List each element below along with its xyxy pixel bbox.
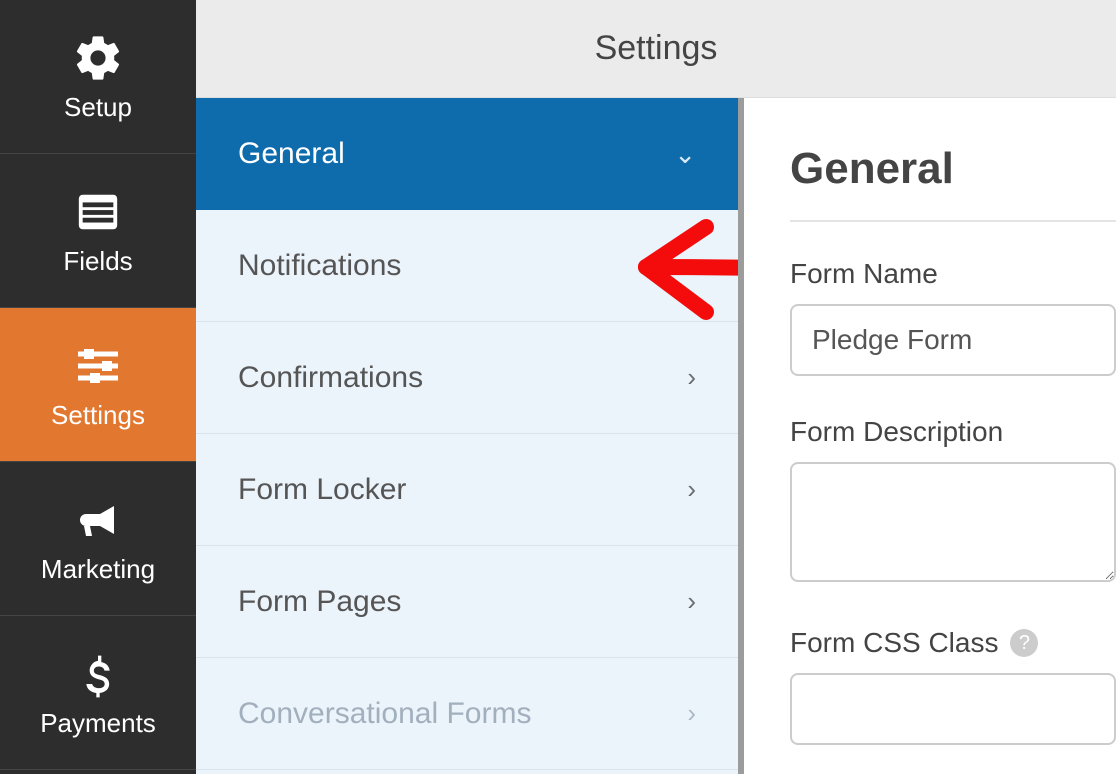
chevron-right-icon: › [687, 362, 696, 393]
submenu-label: Form Pages [238, 585, 401, 619]
bullhorn-icon [68, 492, 128, 548]
form-description-input[interactable] [790, 462, 1116, 582]
submenu-item-general[interactable]: General ⌄ [196, 98, 738, 210]
field-form-description: Form Description [790, 416, 1116, 587]
form-css-input[interactable] [790, 673, 1116, 745]
help-icon[interactable]: ? [1010, 629, 1038, 657]
sidebar-label: Marketing [41, 554, 155, 585]
submenu-item-confirmations[interactable]: Confirmations › [196, 322, 738, 434]
field-form-name: Form Name [790, 258, 1116, 376]
submenu-label: Notifications [238, 249, 401, 283]
sidebar-item-fields[interactable]: Fields [0, 154, 196, 308]
chevron-right-icon: › [687, 474, 696, 505]
chevron-down-icon: ⌄ [674, 139, 696, 170]
submenu-item-notifications[interactable]: Notifications › [196, 210, 738, 322]
chevron-right-icon: › [687, 250, 696, 281]
form-name-label: Form Name [790, 258, 1116, 290]
form-name-input[interactable] [790, 304, 1116, 376]
header: Settings [196, 0, 1116, 98]
submenu-item-form-locker[interactable]: Form Locker › [196, 434, 738, 546]
header-title: Settings [595, 29, 718, 68]
settings-submenu: General ⌄ Notifications › Confirmations … [196, 98, 744, 774]
sidebar-label: Fields [63, 246, 132, 277]
sidebar-item-setup[interactable]: Setup [0, 0, 196, 154]
submenu-label: Confirmations [238, 361, 423, 395]
sidebar-item-payments[interactable]: Payments [0, 616, 196, 770]
sliders-icon [68, 338, 128, 394]
chevron-right-icon: › [687, 698, 696, 729]
dollar-icon [68, 646, 128, 702]
submenu-label: Conversational Forms [238, 697, 531, 731]
main-area: Settings General ⌄ Notifications › Confi… [196, 0, 1116, 774]
submenu-label: Form Locker [238, 473, 406, 507]
field-form-css-class: Form CSS Class ? [790, 627, 1116, 745]
chevron-right-icon: › [687, 586, 696, 617]
form-css-label: Form CSS Class [790, 627, 998, 659]
submenu-item-conversational-forms[interactable]: Conversational Forms › [196, 658, 738, 770]
gear-icon [68, 30, 128, 86]
sidebar: Setup Fields Settings [0, 0, 196, 774]
list-icon [68, 184, 128, 240]
submenu-label: General [238, 137, 345, 171]
sidebar-label: Payments [40, 708, 156, 739]
sidebar-item-settings[interactable]: Settings [0, 308, 196, 462]
panel-title: General [790, 144, 1116, 222]
sidebar-label: Settings [51, 400, 145, 431]
sidebar-item-marketing[interactable]: Marketing [0, 462, 196, 616]
settings-panel: General Form Name Form Description Form … [744, 98, 1116, 774]
form-description-label: Form Description [790, 416, 1116, 448]
sidebar-label: Setup [64, 92, 132, 123]
submenu-item-form-pages[interactable]: Form Pages › [196, 546, 738, 658]
